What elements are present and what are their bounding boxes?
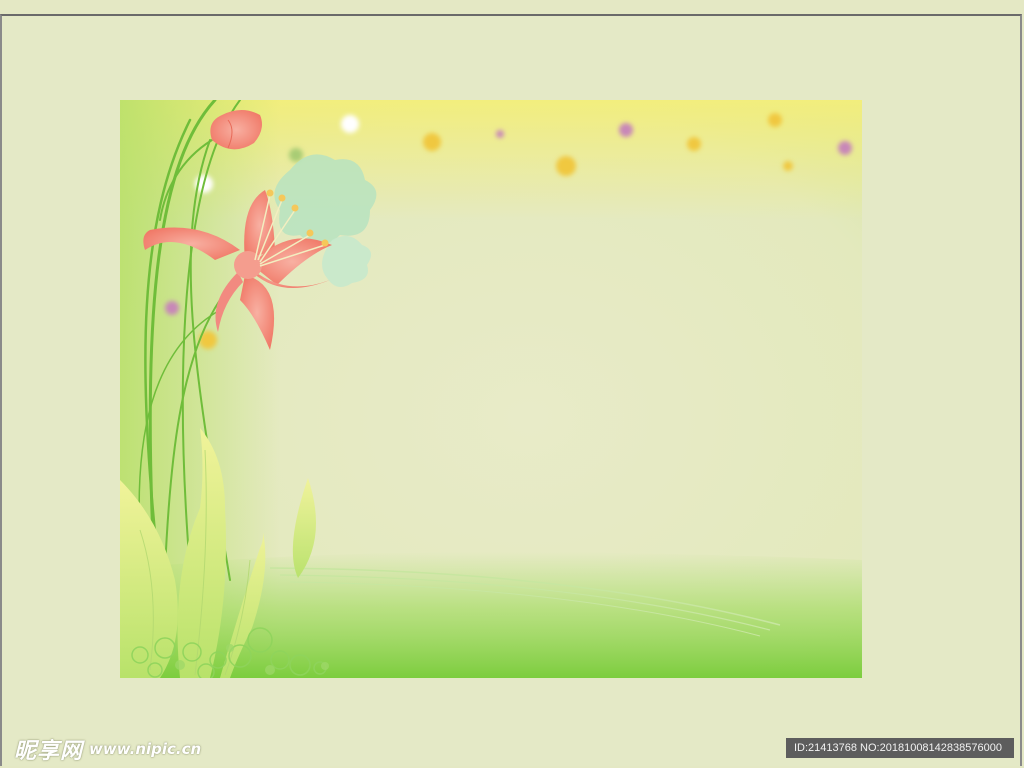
watermark-logo-text: 昵享网 <box>14 738 84 764</box>
floral-artwork <box>120 100 862 678</box>
watermark-url: www.nipic.cn <box>89 740 202 758</box>
floral-illustration <box>120 100 862 678</box>
image-id-badge: ID:21413768 NO:20181008142838576000 <box>786 738 1014 758</box>
nipic-watermark: 昵享网 www.nipic.cn <box>14 736 202 764</box>
